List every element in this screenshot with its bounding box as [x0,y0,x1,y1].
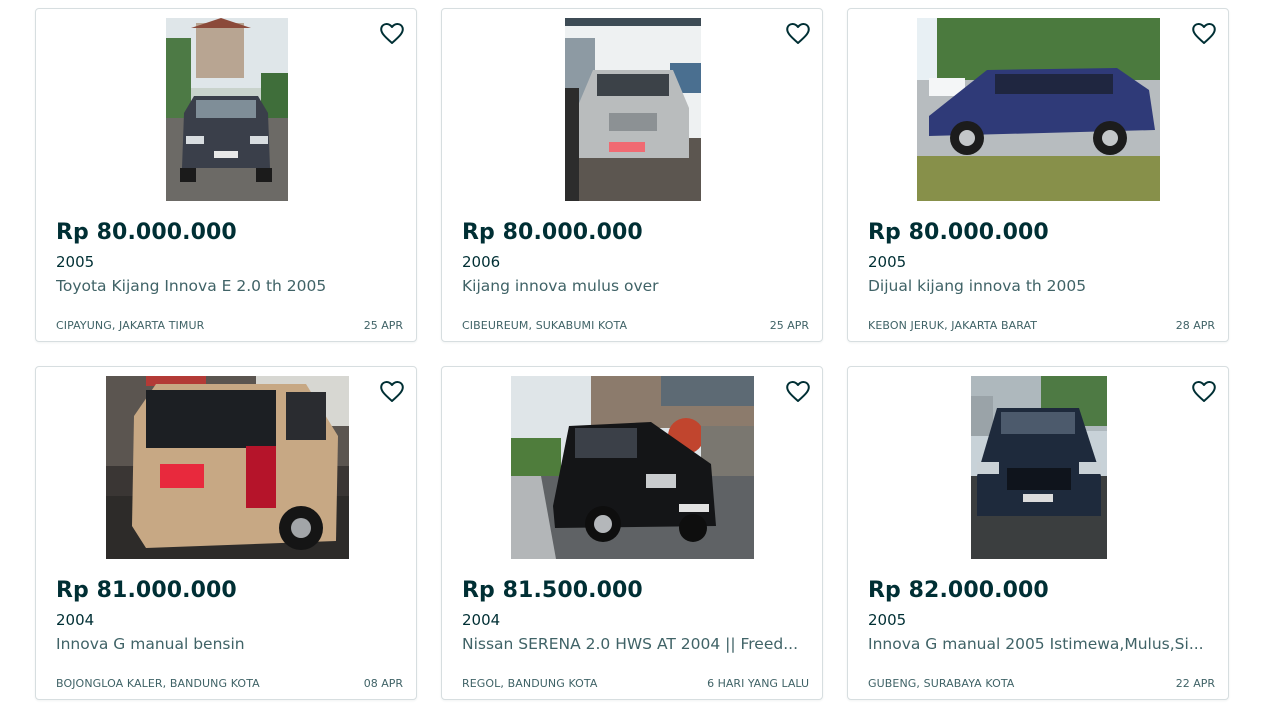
listing-year: 2005 [56,253,95,271]
listing-date: 28 APR [1175,319,1215,332]
listing-price: Rp 80.000.000 [56,220,237,245]
listing-photo-area[interactable] [848,18,1228,201]
listing-grid: Rp 80.000.000 2005 Toyota Kijang Innova … [0,0,1265,711]
listing-photo[interactable] [971,376,1107,559]
listing-photo[interactable] [166,18,288,201]
listing-title[interactable]: Innova G manual bensin [56,635,401,653]
listing-photo[interactable] [511,376,754,559]
favorite-heart-icon[interactable] [784,377,812,405]
listing-card[interactable]: Rp 80.000.000 2006 Kijang innova mulus o… [441,8,823,342]
listing-location: BOJONGLOA KALER, BANDUNG KOTA [56,677,260,690]
listing-date: 22 APR [1175,677,1215,690]
listing-photo[interactable] [106,376,349,559]
listing-year: 2005 [868,253,907,271]
listing-price: Rp 81.000.000 [56,578,237,603]
listing-date: 6 HARI YANG LALU [707,677,809,690]
favorite-heart-icon[interactable] [1190,377,1218,405]
listing-date: 25 APR [363,319,403,332]
listing-photo[interactable] [917,18,1160,201]
favorite-heart-icon[interactable] [1190,19,1218,47]
listing-price: Rp 80.000.000 [868,220,1049,245]
listing-photo-area[interactable] [442,18,822,201]
listing-year: 2004 [462,611,501,629]
listing-location: REGOL, BANDUNG KOTA [462,677,598,690]
favorite-heart-icon[interactable] [784,19,812,47]
listing-date: 08 APR [363,677,403,690]
listing-title[interactable]: Dijual kijang innova th 2005 [868,277,1213,295]
listing-year: 2004 [56,611,95,629]
listing-price: Rp 82.000.000 [868,578,1049,603]
listing-card[interactable]: Rp 82.000.000 2005 Innova G manual 2005 … [847,366,1229,700]
listing-location: CIPAYUNG, JAKARTA TIMUR [56,319,205,332]
listing-date: 25 APR [769,319,809,332]
listing-photo-area[interactable] [848,376,1228,559]
listing-title[interactable]: Innova G manual 2005 Istimewa,Mulus,Si..… [868,635,1213,653]
listing-photo-area[interactable] [442,376,822,559]
listing-title[interactable]: Nissan SERENA 2.0 HWS AT 2004 || Freed..… [462,635,807,653]
listing-year: 2005 [868,611,907,629]
listing-title[interactable]: Toyota Kijang Innova E 2.0 th 2005 [56,277,401,295]
listing-location: KEBON JERUK, JAKARTA BARAT [868,319,1038,332]
favorite-heart-icon[interactable] [378,377,406,405]
listing-card[interactable]: Rp 81.000.000 2004 Innova G manual bensi… [35,366,417,700]
listing-year: 2006 [462,253,501,271]
listing-card[interactable]: Rp 80.000.000 2005 Dijual kijang innova … [847,8,1229,342]
listing-location: GUBENG, SURABAYA KOTA [868,677,1015,690]
listing-photo[interactable] [565,18,701,201]
listing-location: CIBEUREUM, SUKABUMI KOTA [462,319,628,332]
listing-photo-area[interactable] [36,376,416,559]
favorite-heart-icon[interactable] [378,19,406,47]
listing-title[interactable]: Kijang innova mulus over [462,277,807,295]
listing-card[interactable]: Rp 81.500.000 2004 Nissan SERENA 2.0 HWS… [441,366,823,700]
listing-card[interactable]: Rp 80.000.000 2005 Toyota Kijang Innova … [35,8,417,342]
listing-price: Rp 81.500.000 [462,578,643,603]
listing-price: Rp 80.000.000 [462,220,643,245]
listing-photo-area[interactable] [36,18,416,201]
